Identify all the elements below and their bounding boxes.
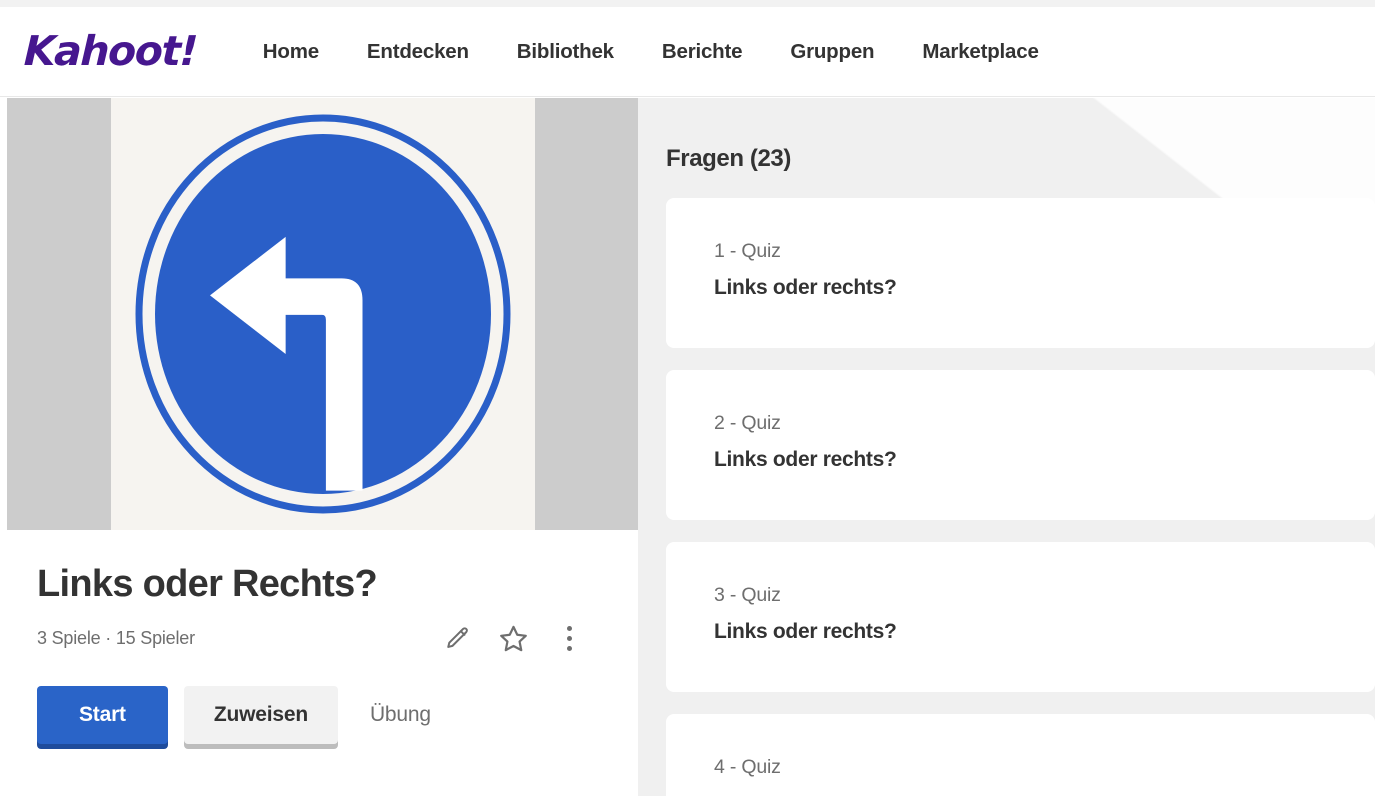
start-button[interactable]: Start <box>37 685 168 744</box>
nav-item-berichte[interactable]: Berichte <box>638 30 766 74</box>
question-text: Links oder rechts? <box>714 620 897 643</box>
turn-left-sign-icon <box>110 98 535 530</box>
main-nav: Home Entdecken Bibliothek Berichte Grupp… <box>239 30 1063 74</box>
top-strip <box>0 0 1375 7</box>
nav-item-gruppen[interactable]: Gruppen <box>766 30 898 74</box>
question-text: Links oder rechts? <box>714 448 897 471</box>
question-card-2[interactable]: 2 - Quiz Links oder rechts? <box>666 370 1375 520</box>
nav-item-bibliothek[interactable]: Bibliothek <box>493 30 638 74</box>
page-title: Links oder Rechts? <box>37 563 378 605</box>
star-icon[interactable] <box>496 622 530 656</box>
cover-photo <box>110 98 535 530</box>
question-card-3[interactable]: 3 - Quiz Links oder rechts? <box>666 542 1375 692</box>
question-card-4[interactable]: 4 - Quiz <box>666 714 1375 796</box>
kebab-menu-icon[interactable] <box>552 622 586 656</box>
kahoot-info: Links oder Rechts? 3 Spiele · 15 Spieler <box>7 530 638 744</box>
main-header: Kahoot! Home Entdecken Bibliothek Berich… <box>0 7 1375 97</box>
kahoot-cover-image <box>7 98 638 530</box>
question-kind: 2 - Quiz <box>714 412 781 434</box>
question-kind: 4 - Quiz <box>714 756 781 778</box>
nav-item-home[interactable]: Home <box>239 30 343 74</box>
kahoot-logo[interactable]: Kahoot! <box>23 27 197 75</box>
kahoot-detail-page: Kahoot! Home Entdecken Bibliothek Berich… <box>0 0 1375 796</box>
questions-panel: Fragen (23) 1 - Quiz Links oder rechts? … <box>638 98 1375 796</box>
question-kind: 3 - Quiz <box>714 584 781 606</box>
assign-button[interactable]: Zuweisen <box>183 685 338 744</box>
questions-heading: Fragen (23) <box>666 145 791 172</box>
kahoot-stats: 3 Spiele · 15 Spieler <box>37 628 195 649</box>
kahoot-summary-panel: Links oder Rechts? 3 Spiele · 15 Spieler <box>0 98 638 796</box>
kahoot-actions <box>440 622 586 656</box>
question-text: Links oder rechts? <box>714 276 897 299</box>
question-kind: 1 - Quiz <box>714 240 781 262</box>
pencil-icon[interactable] <box>440 622 474 656</box>
nav-item-marketplace[interactable]: Marketplace <box>898 30 1062 74</box>
action-buttons: Start Zuweisen Übung <box>37 685 608 744</box>
practice-button[interactable]: Übung <box>354 686 447 744</box>
meta-row: 3 Spiele · 15 Spieler <box>37 622 608 656</box>
question-card-1[interactable]: 1 - Quiz Links oder rechts? <box>666 198 1375 348</box>
main-content: Links oder Rechts? 3 Spiele · 15 Spieler <box>0 98 1375 796</box>
nav-item-entdecken[interactable]: Entdecken <box>343 30 493 74</box>
questions-list: 1 - Quiz Links oder rechts? 2 - Quiz Lin… <box>666 198 1375 796</box>
